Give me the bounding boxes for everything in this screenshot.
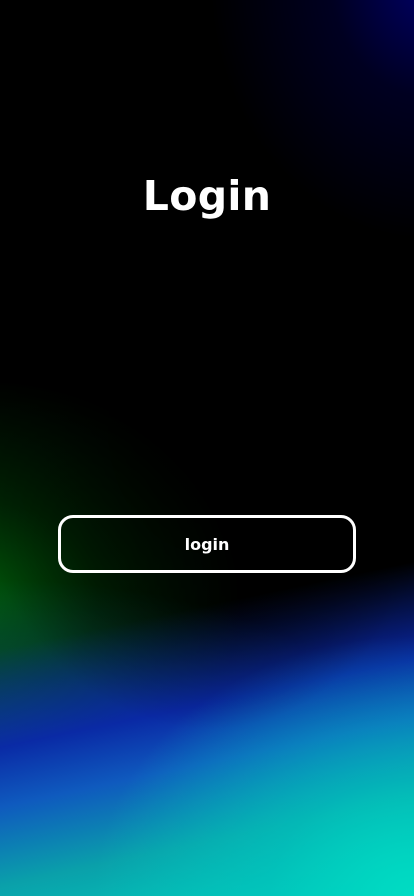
background-blue-glow [0,0,414,896]
background-green-glow [0,0,414,896]
background-center-shade [0,0,414,896]
background-blue-wave [0,0,414,896]
background-teal-glow-right [0,0,414,896]
login-screen: Login login [0,0,414,896]
page-title: Login [142,172,272,220]
background-teal-glow-left [0,0,414,896]
login-button[interactable]: login [58,515,356,573]
